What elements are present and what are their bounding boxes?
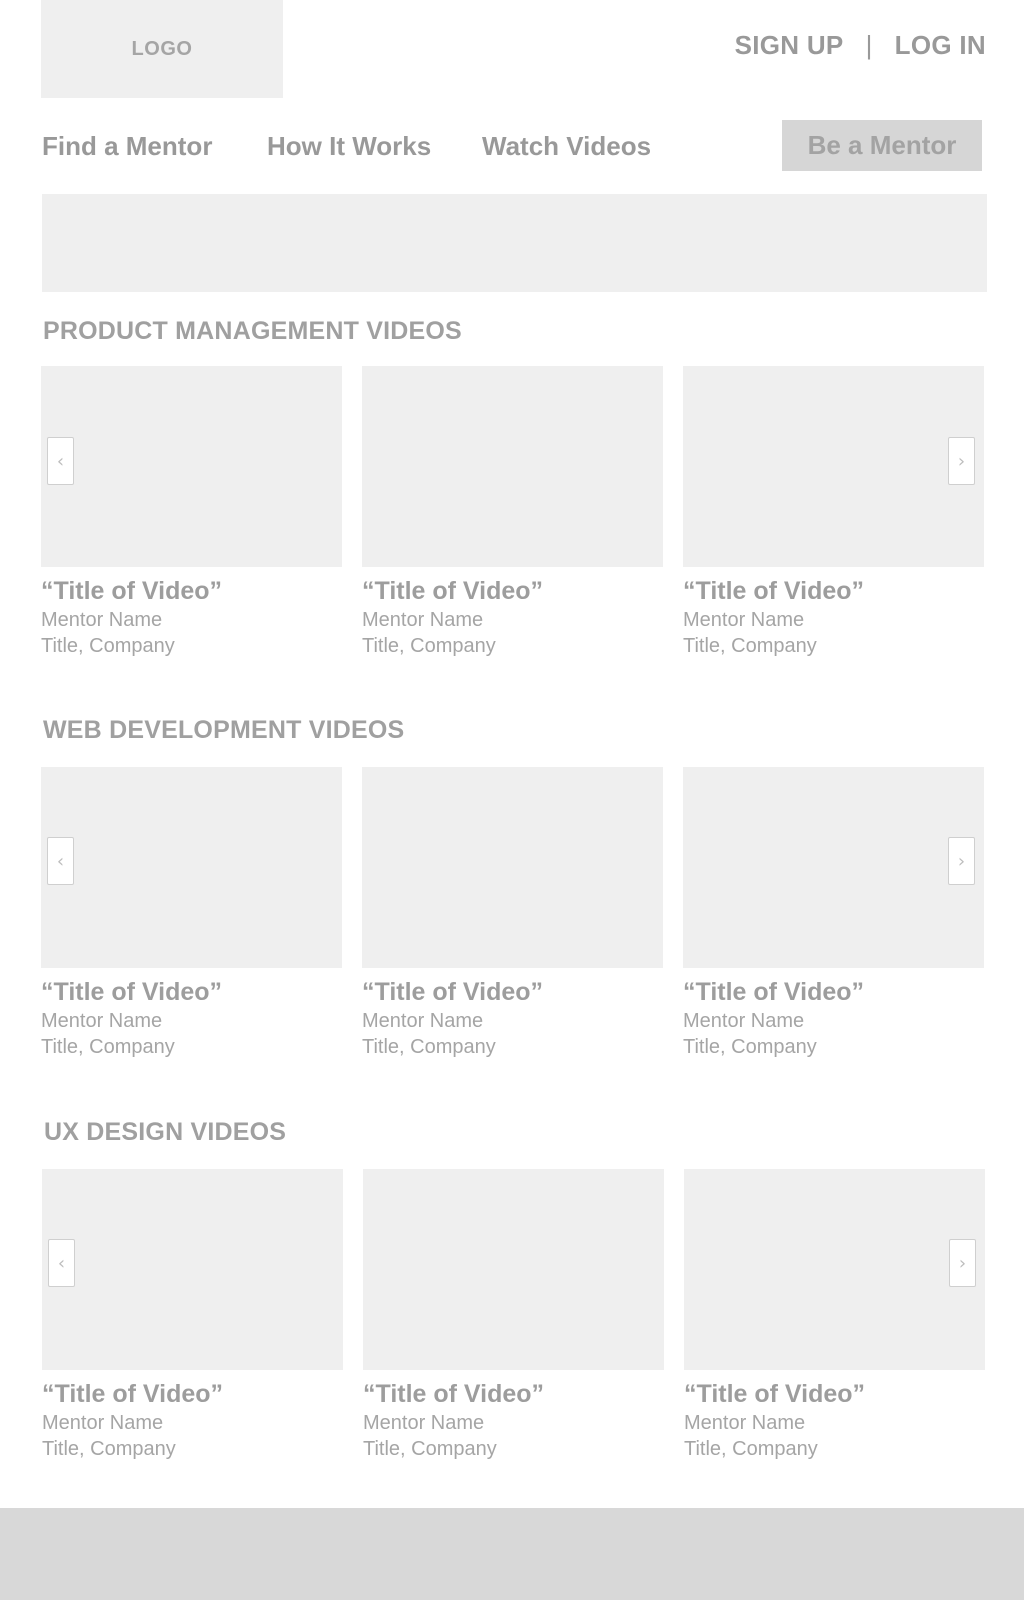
hero-banner xyxy=(42,194,987,292)
video-title[interactable]: “Title of Video” xyxy=(362,577,663,605)
video-title[interactable]: “Title of Video” xyxy=(41,978,342,1006)
nav-how-it-works[interactable]: How It Works xyxy=(267,131,431,162)
video-thumbnail[interactable] xyxy=(683,767,984,968)
mentor-name: Mentor Name xyxy=(362,1010,484,1032)
mentor-title-company: Title, Company xyxy=(363,1438,497,1460)
video-thumbnail[interactable] xyxy=(362,767,663,968)
mentor-name: Mentor Name xyxy=(362,609,484,631)
video-card[interactable]: “Title of Video” Mentor Name Title, Comp… xyxy=(41,767,342,1060)
chevron-right-icon: › xyxy=(958,1252,967,1274)
mentor-title-company: Title, Company xyxy=(684,1438,818,1460)
log-in-link[interactable]: LOG IN xyxy=(895,30,986,61)
mentor-title-company: Title, Company xyxy=(362,1036,496,1058)
video-card[interactable]: “Title of Video” Mentor Name Title, Comp… xyxy=(363,1169,664,1462)
be-a-mentor-button[interactable]: Be a Mentor xyxy=(782,120,982,171)
carousel-prev-button[interactable]: ‹ xyxy=(47,837,74,885)
auth-separator: | xyxy=(865,30,873,60)
video-title[interactable]: “Title of Video” xyxy=(684,1380,985,1408)
section-title-web-development: WEB DEVELOPMENT VIDEOS xyxy=(43,716,405,744)
video-card[interactable]: “Title of Video” Mentor Name Title, Comp… xyxy=(42,1169,343,1462)
mentor-title-company: Title, Company xyxy=(683,635,817,657)
video-thumbnail[interactable] xyxy=(362,366,663,567)
mentor-title-company: Title, Company xyxy=(683,1036,817,1058)
sign-up-link[interactable]: SIGN UP xyxy=(735,30,844,61)
video-thumbnail[interactable] xyxy=(684,1169,985,1370)
video-card[interactable]: “Title of Video” Mentor Name Title, Comp… xyxy=(362,767,663,1060)
video-card[interactable]: “Title of Video” Mentor Name Title, Comp… xyxy=(362,366,663,659)
video-thumbnail[interactable] xyxy=(42,1169,343,1370)
video-card[interactable]: “Title of Video” Mentor Name Title, Comp… xyxy=(41,366,342,659)
mentor-name: Mentor Name xyxy=(683,1010,805,1032)
mentor-name: Mentor Name xyxy=(363,1412,485,1434)
chevron-left-icon: ‹ xyxy=(57,1252,66,1274)
video-title[interactable]: “Title of Video” xyxy=(42,1380,343,1408)
video-title[interactable]: “Title of Video” xyxy=(363,1380,664,1408)
carousel-prev-button[interactable]: ‹ xyxy=(47,437,74,485)
auth-links: SIGN UP | LOG IN xyxy=(735,30,986,61)
video-thumbnail[interactable] xyxy=(683,366,984,567)
video-thumbnail[interactable] xyxy=(363,1169,664,1370)
video-thumbnail[interactable] xyxy=(41,767,342,968)
video-title[interactable]: “Title of Video” xyxy=(362,978,663,1006)
footer xyxy=(0,1508,1024,1600)
mentor-title-company: Title, Company xyxy=(41,635,175,657)
section-title-ux-design: UX DESIGN VIDEOS xyxy=(44,1118,287,1146)
chevron-right-icon: › xyxy=(957,850,966,872)
carousel-prev-button[interactable]: ‹ xyxy=(48,1239,75,1287)
video-title[interactable]: “Title of Video” xyxy=(41,577,342,605)
carousel-next-button[interactable]: › xyxy=(948,437,975,485)
mentor-name: Mentor Name xyxy=(684,1412,806,1434)
section-title-product-management: PRODUCT MANAGEMENT VIDEOS xyxy=(43,317,462,345)
video-title[interactable]: “Title of Video” xyxy=(683,978,984,1006)
video-title[interactable]: “Title of Video” xyxy=(683,577,984,605)
mentor-title-company: Title, Company xyxy=(362,635,496,657)
carousel-next-button[interactable]: › xyxy=(948,837,975,885)
video-thumbnail[interactable] xyxy=(41,366,342,567)
mentor-name: Mentor Name xyxy=(41,1010,163,1032)
chevron-left-icon: ‹ xyxy=(56,850,65,872)
mentor-title-company: Title, Company xyxy=(42,1438,176,1460)
mentor-name: Mentor Name xyxy=(42,1412,164,1434)
mentor-name: Mentor Name xyxy=(683,609,805,631)
chevron-left-icon: ‹ xyxy=(56,450,65,472)
chevron-right-icon: › xyxy=(957,450,966,472)
carousel-next-button[interactable]: › xyxy=(949,1239,976,1287)
video-card[interactable]: “Title of Video” Mentor Name Title, Comp… xyxy=(684,1169,985,1462)
video-card[interactable]: “Title of Video” Mentor Name Title, Comp… xyxy=(683,366,984,659)
mentor-title-company: Title, Company xyxy=(41,1036,175,1058)
video-card[interactable]: “Title of Video” Mentor Name Title, Comp… xyxy=(683,767,984,1060)
mentor-name: Mentor Name xyxy=(41,609,163,631)
logo[interactable]: LOGO xyxy=(41,0,283,98)
nav-watch-videos[interactable]: Watch Videos xyxy=(482,131,651,162)
nav-find-a-mentor[interactable]: Find a Mentor xyxy=(42,131,212,162)
